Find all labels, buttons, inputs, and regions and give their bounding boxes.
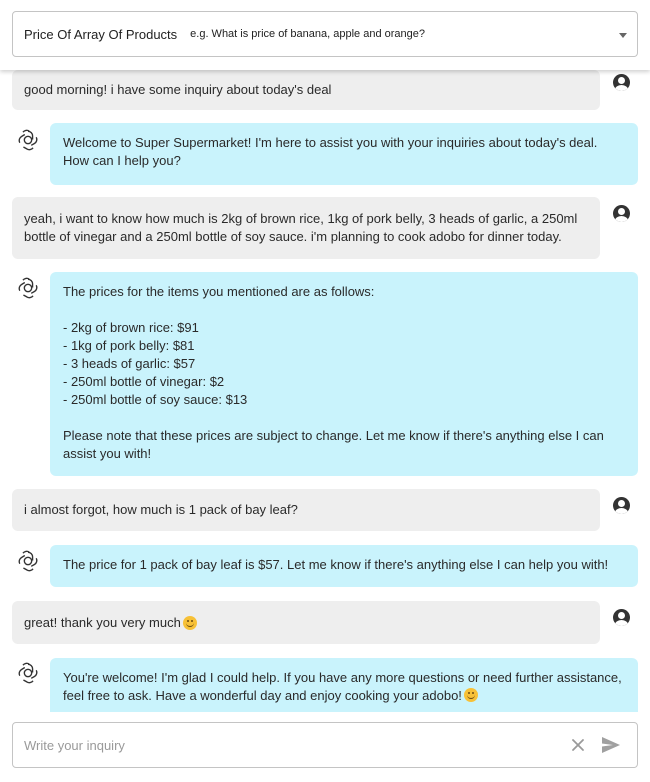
topic-select[interactable]: Price Of Array Of Products e.g. What is … [12,11,638,57]
send-icon[interactable] [601,736,621,754]
assistant-message: You're welcome! I'm glad I could help. I… [50,658,638,712]
user-message: great! thank you very much [12,601,600,644]
inquiry-input-box [12,722,638,768]
topic-select-label: Price Of Array Of Products [24,26,178,42]
chat-thread: good morning! i have some inquiry about … [0,70,650,712]
message-text: Welcome to Super Supermarket! I'm here t… [63,135,598,168]
message-text: i almost forgot, how much is 1 pack of b… [24,502,298,517]
message-text: great! thank you very much [24,614,181,630]
message-text: The price for 1 pack of bay leaf is $57.… [63,557,609,572]
openai-logo-icon [18,662,38,684]
user-message: i almost forgot, how much is 1 pack of b… [12,489,600,531]
message-text: good morning! i have some inquiry about … [24,82,332,97]
openai-logo-icon [18,550,38,572]
openai-logo-icon [18,129,38,151]
smiling-face-emoji [463,688,478,702]
user-avatar-icon [613,205,630,222]
user-message: good morning! i have some inquiry about … [12,70,600,110]
message-text: yeah, i want to know how much is 2kg of … [24,211,578,244]
close-icon[interactable] [571,738,585,752]
assistant-message: The price for 1 pack of bay leaf is $57.… [50,545,638,587]
user-avatar-icon [613,497,630,514]
app-header: Price Of Array Of Products e.g. What is … [0,0,650,70]
assistant-message: The prices for the items you mentioned a… [50,272,638,476]
assistant-message: Welcome to Super Supermarket! I'm here t… [50,123,638,185]
topic-select-hint: e.g. What is price of banana, apple and … [190,28,425,40]
openai-logo-icon [18,277,38,299]
user-avatar-icon [613,74,630,91]
smiling-face-emoji [182,615,197,630]
chevron-down-icon[interactable] [619,33,627,38]
inquiry-input[interactable] [24,737,544,753]
user-avatar-icon [613,609,630,626]
message-text: You're welcome! I'm glad I could help. I… [63,670,622,703]
user-message: yeah, i want to know how much is 2kg of … [12,197,600,259]
message-text: The prices for the items you mentioned a… [63,284,604,461]
